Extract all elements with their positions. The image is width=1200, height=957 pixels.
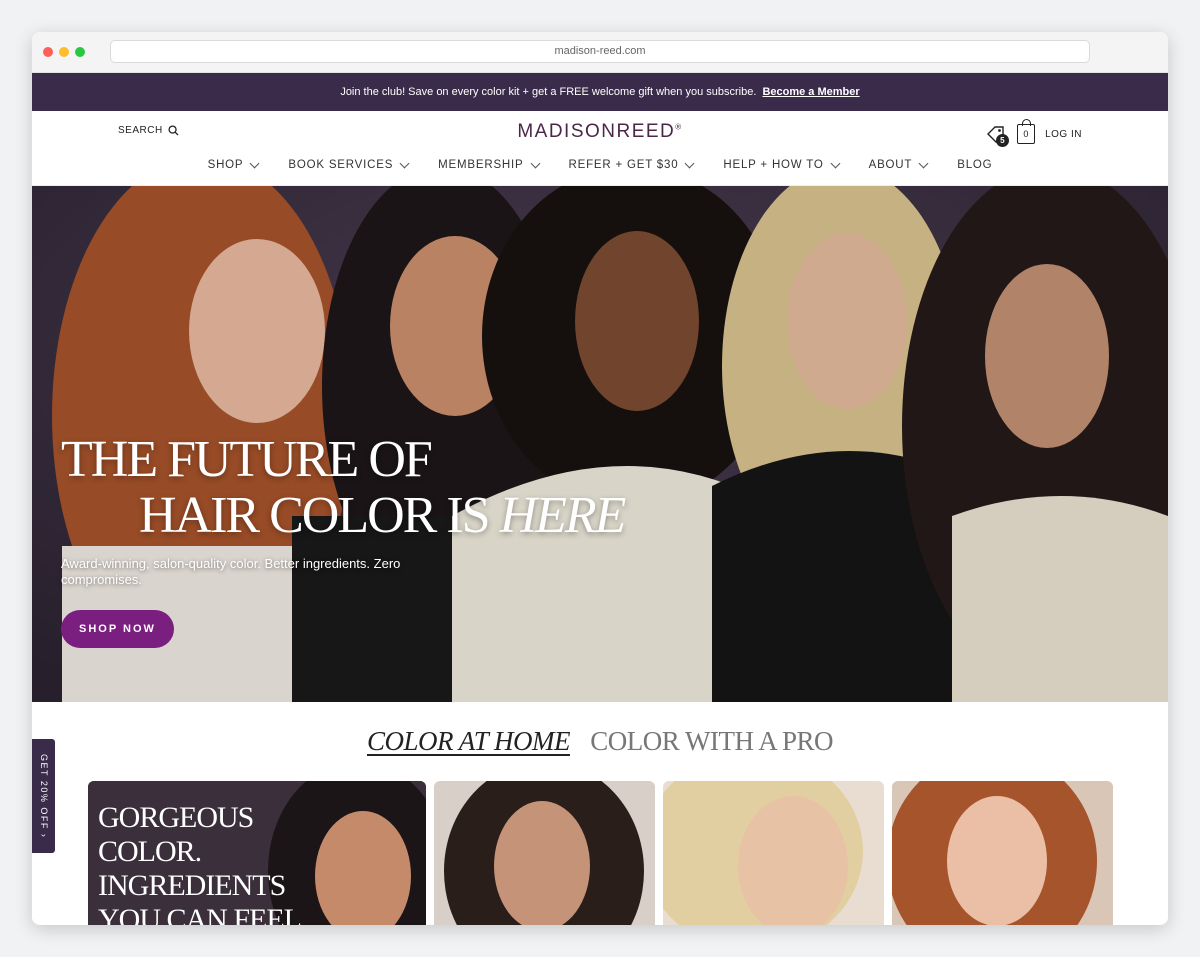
tab-color-with-a-pro[interactable]: COLOR WITH A PRO xyxy=(590,726,833,756)
chevron-down-icon xyxy=(918,158,929,168)
color-tabs: COLOR AT HOME COLOR WITH A PRO xyxy=(32,726,1168,757)
nav-item-about[interactable]: ABOUT xyxy=(867,158,930,171)
login-link[interactable]: LOG IN xyxy=(1045,129,1082,140)
chevron-down-icon xyxy=(249,158,260,168)
color-section: COLOR AT HOME COLOR WITH A PRO GORGEOUS … xyxy=(32,702,1168,925)
product-card-image xyxy=(434,781,655,925)
hero-subtitle: Award-winning, salon-quality color. Bett… xyxy=(61,556,401,587)
site-header: SEARCH MADISONREED® 5 0 LOG IN SHOP BOOK… xyxy=(32,111,1168,186)
cart-button[interactable]: 0 xyxy=(1017,119,1036,144)
chevron-down-icon xyxy=(530,158,540,168)
nav-item-refer[interactable]: REFER + GET $30 xyxy=(567,158,696,171)
header-actions: 5 0 LOG IN xyxy=(985,119,1082,147)
nav-item-membership[interactable]: MEMBERSHIP xyxy=(436,158,540,171)
chevron-down-icon xyxy=(684,158,695,168)
nav-item-book-services[interactable]: BOOK SERVICES xyxy=(286,158,410,171)
rewards-count-badge: 5 xyxy=(996,134,1010,147)
tab-color-at-home[interactable]: COLOR AT HOME xyxy=(367,726,571,756)
minimize-window-button[interactable] xyxy=(59,47,69,57)
chevron-down-icon xyxy=(399,158,410,168)
address-bar[interactable]: madison-reed.com xyxy=(110,40,1090,63)
maximize-window-button[interactable] xyxy=(75,47,85,57)
rewards-button[interactable]: 5 xyxy=(985,123,1010,147)
product-card-image xyxy=(663,781,884,925)
become-member-link[interactable]: Become a Member xyxy=(762,86,859,98)
feature-card-title: GORGEOUS COLOR. INGREDIENTS YOU CAN FEEL… xyxy=(98,801,301,925)
browser-chrome: madison-reed.com xyxy=(32,32,1168,73)
product-card[interactable] xyxy=(663,781,884,925)
product-card-image xyxy=(892,781,1113,925)
feature-card[interactable]: GORGEOUS COLOR. INGREDIENTS YOU CAN FEEL… xyxy=(88,781,426,925)
browser-window: madison-reed.com Join the club! Save on … xyxy=(32,32,1168,925)
nav-item-shop[interactable]: SHOP xyxy=(206,158,261,171)
hero-headline: THE FUTURE OF HAIR COLOR IS HERE xyxy=(61,431,626,544)
promo-text: Join the club! Save on every color kit +… xyxy=(340,86,757,98)
close-window-button[interactable] xyxy=(43,47,53,57)
main-nav: SHOP BOOK SERVICES MEMBERSHIP REFER + GE… xyxy=(32,158,1168,171)
product-cards: GORGEOUS COLOR. INGREDIENTS YOU CAN FEEL… xyxy=(88,781,1113,925)
nav-item-help[interactable]: HELP + HOW TO xyxy=(721,158,841,171)
hero-copy: THE FUTURE OF HAIR COLOR IS HERE Award-w… xyxy=(61,431,626,648)
nav-item-blog[interactable]: BLOG xyxy=(955,159,994,171)
shop-now-button[interactable]: SHOP NOW xyxy=(61,610,174,648)
cart-count: 0 xyxy=(1023,129,1029,139)
product-card[interactable] xyxy=(892,781,1113,925)
promo-banner: Join the club! Save on every color kit +… xyxy=(32,73,1168,111)
get-20-off-tab[interactable]: GET 20% OFF › xyxy=(32,739,55,853)
product-card[interactable] xyxy=(434,781,655,925)
chevron-down-icon xyxy=(830,158,841,168)
hero-banner: THE FUTURE OF HAIR COLOR IS HERE Award-w… xyxy=(32,186,1168,702)
